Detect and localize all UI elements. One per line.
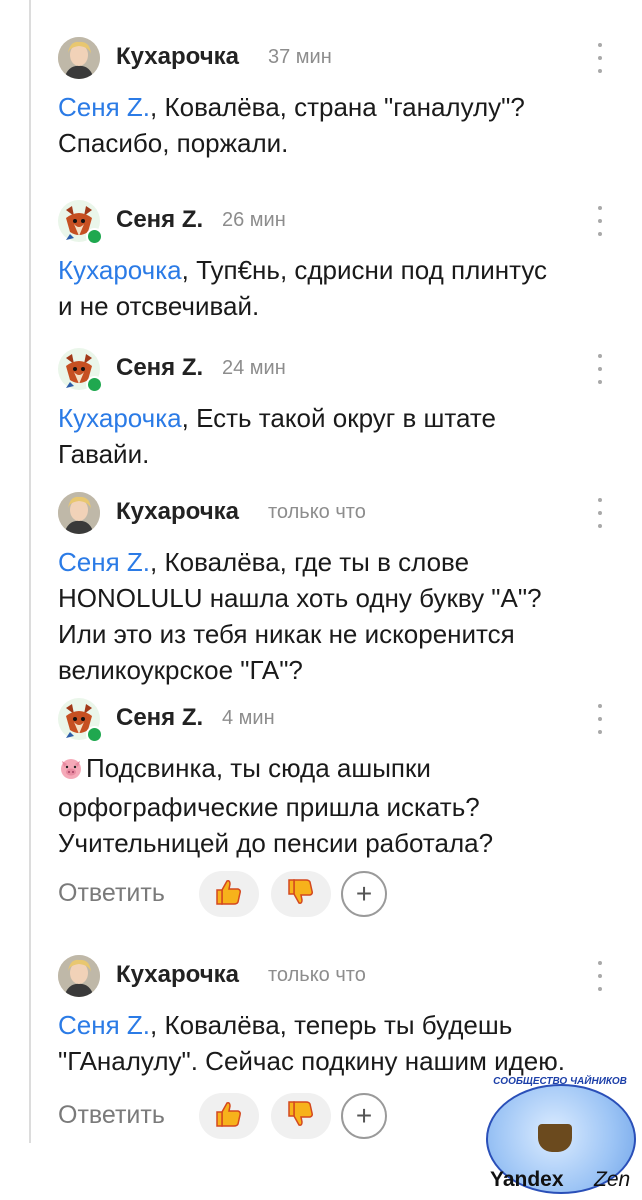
author-name[interactable]: Кухарочка [116,43,239,71]
author-name[interactable]: Кухарочка [116,498,239,526]
watermark-community-name: СООБЩЕСТВО ЧАЙНИКОВ [493,1076,627,1087]
comment-text: Сеня Z., Ковалёва, страна "ганалулу"? Сп… [58,92,525,158]
online-status-dot [86,726,103,743]
mention-link[interactable]: Сеня Z. [58,547,150,577]
comment: Сеня Z. 24 мин Кухарочка, Есть такой окр… [58,348,618,472]
comment-actions: Ответить + [58,1093,418,1141]
watermark-product: Zen [594,1168,631,1191]
comment-time: только что [268,501,366,523]
comment-time: 24 мин [222,357,286,379]
like-button[interactable] [199,871,259,917]
comment-text: Подсвинка, ты сюда ашыпки орфографически… [58,753,494,858]
comment: Сеня Z. 26 мин Кухарочка, Туп€нь, сдрисн… [58,200,618,324]
avatar[interactable] [58,348,103,393]
author-name[interactable]: Сеня Z. [116,206,203,234]
more-options-icon[interactable] [592,704,608,734]
pig-emoji-icon [58,753,84,789]
avatar[interactable] [58,698,103,743]
comment: Кухарочка только что Сеня Z., Ковалёва, … [58,492,618,688]
comment-text: Сеня Z., Ковалёва, где ты в слове HONOLU… [58,547,542,685]
comment-actions: Ответить + [58,871,418,919]
thumbs-down-icon [285,1098,317,1135]
comment-time: только что [268,964,366,986]
more-options-icon[interactable] [592,961,608,991]
mention-link[interactable]: Сеня Z. [58,1010,150,1040]
comment-time: 4 мин [222,707,275,729]
comment-text: Сеня Z., Ковалёва, теперь ты будешь "ГАн… [58,1010,565,1076]
author-name[interactable]: Кухарочка [116,961,239,989]
thumbs-up-icon [213,876,245,913]
more-options-icon[interactable] [592,206,608,236]
like-button[interactable] [199,1093,259,1139]
comment-time: 26 мин [222,209,286,231]
mention-link[interactable]: Сеня Z. [58,92,150,122]
comment-text: Кухарочка, Туп€нь, сдрисни под плинтус и… [58,255,548,321]
comment: Сеня Z. 4 мин Подсвинка, ты сюда ашыпки … [58,698,618,861]
comment: Кухарочка только что Сеня Z., Ковалёва, … [58,955,618,1079]
more-options-icon[interactable] [592,43,608,73]
add-reaction-button[interactable]: + [341,871,387,917]
reply-button[interactable]: Ответить [58,1101,165,1130]
avatar[interactable] [58,200,103,245]
avatar[interactable] [58,37,100,79]
add-reaction-button[interactable]: + [341,1093,387,1139]
avatar[interactable] [58,955,100,997]
thread-line [29,0,31,1143]
avatar[interactable] [58,492,100,534]
thumbs-down-icon [285,876,317,913]
watermark-brand: Yandex [490,1168,564,1191]
more-options-icon[interactable] [592,498,608,528]
teacup-icon [538,1124,572,1152]
mention-link[interactable]: Кухарочка [58,255,182,285]
reply-button[interactable]: Ответить [58,879,165,908]
online-status-dot [86,376,103,393]
dislike-button[interactable] [271,871,331,917]
author-name[interactable]: Сеня Z. [116,354,203,382]
dislike-button[interactable] [271,1093,331,1139]
comment-time: 37 мин [268,46,332,68]
online-status-dot [86,228,103,245]
watermark-logo: СООБЩЕСТВО ЧАЙНИКОВ Yandex Zen [482,1076,638,1196]
more-options-icon[interactable] [592,354,608,384]
comment: Кухарочка 37 мин Сеня Z., Ковалёва, стра… [58,37,618,161]
mention-link[interactable]: Кухарочка [58,403,182,433]
author-name[interactable]: Сеня Z. [116,704,203,732]
thumbs-up-icon [213,1098,245,1135]
comment-text: Кухарочка, Есть такой округ в штате Гава… [58,403,496,469]
